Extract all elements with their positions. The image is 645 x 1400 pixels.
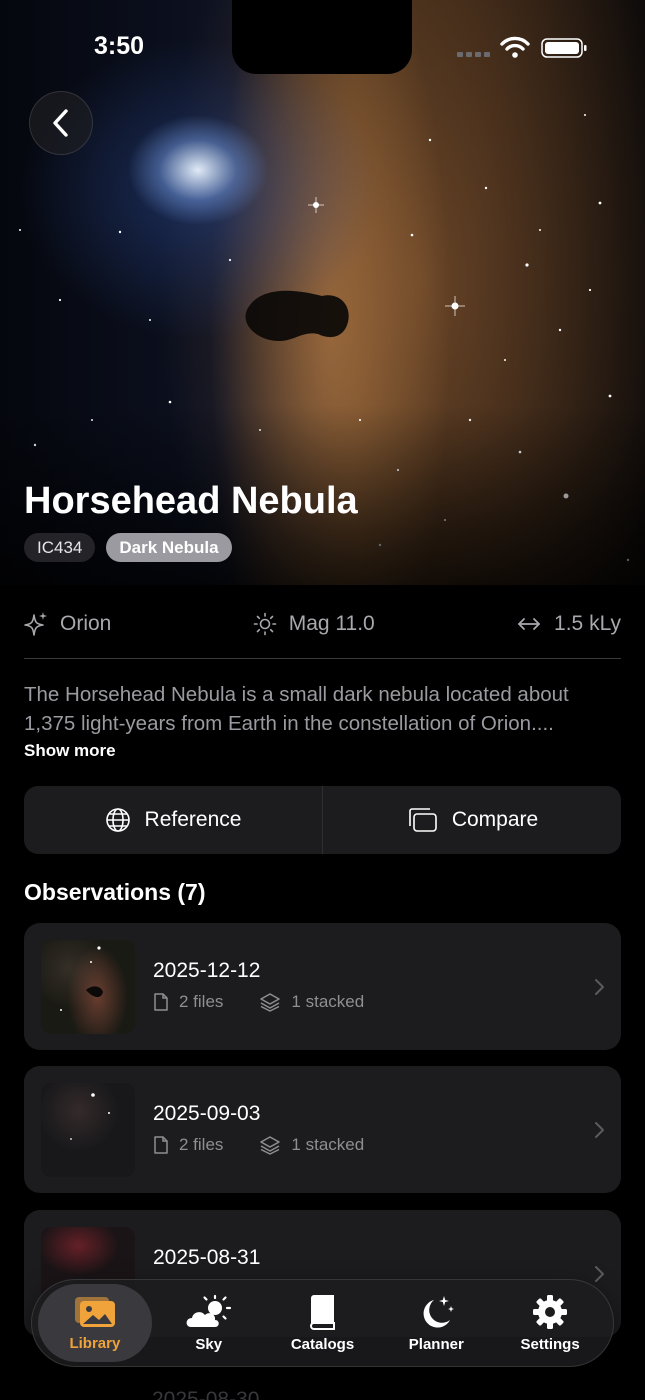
action-buttons: Reference Compare bbox=[24, 786, 621, 854]
show-more-button[interactable]: Show more bbox=[24, 741, 116, 761]
tab-library[interactable]: Library bbox=[38, 1284, 152, 1362]
object-tags: IC434 Dark Nebula bbox=[24, 533, 232, 562]
reference-button[interactable]: Reference bbox=[24, 786, 322, 854]
constellation-stat: Orion bbox=[24, 611, 111, 637]
globe-icon bbox=[105, 808, 130, 832]
observation-meta: 2 files 1 stacked bbox=[153, 1135, 364, 1155]
thumbnail-stars bbox=[70, 1093, 110, 1140]
arrow-left-right-icon bbox=[518, 618, 540, 630]
observation-date: 2025-12-12 bbox=[153, 959, 261, 982]
observation-date: 2025-09-03 bbox=[153, 1102, 261, 1125]
back-button[interactable] bbox=[29, 91, 93, 155]
distance-value: 1.5 kLy bbox=[554, 612, 621, 635]
object-type-badge: Dark Nebula bbox=[106, 533, 232, 562]
compare-icon bbox=[409, 808, 437, 832]
photo-icon bbox=[74, 1296, 115, 1327]
stacked-count: 1 stacked bbox=[291, 992, 365, 1011]
compare-button[interactable]: Compare bbox=[322, 786, 621, 854]
wifi-icon bbox=[500, 36, 530, 58]
cellular-signal-icon bbox=[457, 52, 490, 57]
stacked-count: 1 stacked bbox=[291, 1135, 365, 1154]
object-title: Horsehead Nebula bbox=[24, 480, 358, 522]
tab-settings[interactable]: Settings bbox=[493, 1284, 607, 1362]
document-icon bbox=[154, 993, 168, 1011]
status-time: 3:50 bbox=[94, 32, 145, 60]
tab-sky[interactable]: Sky bbox=[152, 1284, 266, 1362]
stack-icon bbox=[260, 1136, 281, 1155]
tab-label: Library bbox=[69, 1334, 121, 1352]
chevron-right-icon bbox=[595, 1122, 604, 1138]
battery-icon bbox=[541, 38, 587, 58]
tab-label: Settings bbox=[520, 1335, 580, 1353]
catalog-id-badge: IC434 bbox=[24, 533, 96, 562]
description-line: 1,375 light-years from Earth in the cons… bbox=[24, 712, 554, 735]
notch bbox=[232, 0, 412, 74]
tab-label: Planner bbox=[408, 1335, 464, 1353]
observation-thumbnail bbox=[41, 1083, 135, 1177]
files-count: 2 files bbox=[179, 992, 224, 1011]
compare-label: Compare bbox=[451, 808, 539, 831]
moon-stars-icon bbox=[423, 1295, 455, 1328]
cloud-sun-icon bbox=[186, 1294, 231, 1327]
observation-date: 2025-08-31 bbox=[153, 1246, 261, 1269]
stack-icon bbox=[260, 993, 281, 1012]
tab-label: Catalogs bbox=[290, 1335, 355, 1353]
observation-card[interactable]: 2025-09-03 2 files 1 stacked bbox=[24, 1066, 621, 1193]
tab-catalogs[interactable]: Catalogs bbox=[266, 1284, 380, 1362]
files-count: 2 files bbox=[179, 1135, 224, 1154]
observation-card[interactable]: 2025-12-12 2 files 1 stacked bbox=[24, 923, 621, 1050]
thumbnail-stars bbox=[60, 946, 103, 1011]
observation-meta: 2 files 1 stacked bbox=[153, 992, 364, 1012]
observations-title: Observations (7) bbox=[24, 879, 206, 905]
description: The Horsehead Nebula is a small dark neb… bbox=[24, 680, 624, 738]
chevron-left-icon bbox=[53, 109, 68, 137]
sun-icon bbox=[253, 612, 277, 636]
gear-icon bbox=[533, 1294, 568, 1329]
chevron-right-icon bbox=[595, 979, 604, 995]
object-stats: Orion Mag 11.0 1.5 kLy bbox=[24, 600, 621, 648]
divider bbox=[24, 658, 621, 659]
magnitude-value: Mag 11.0 bbox=[288, 612, 375, 635]
magnitude-stat: Mag 11.0 bbox=[253, 612, 375, 636]
tab-bar: Library Sky Catalogs Planner Settings bbox=[31, 1279, 614, 1367]
constellation-value: Orion bbox=[60, 612, 112, 635]
status-bar: 3:50 bbox=[0, 0, 645, 90]
description-line: The Horsehead Nebula is a small dark neb… bbox=[24, 683, 569, 706]
chevron-right-icon bbox=[595, 1266, 604, 1282]
sparkle-icon bbox=[24, 612, 47, 636]
book-icon bbox=[310, 1294, 336, 1330]
document-icon bbox=[154, 1136, 168, 1154]
tab-planner[interactable]: Planner bbox=[379, 1284, 493, 1362]
reference-label: Reference bbox=[144, 808, 242, 831]
distance-stat: 1.5 kLy bbox=[516, 612, 621, 636]
tab-label: Sky bbox=[195, 1335, 223, 1353]
observation-date-peek: 2025-08-30 bbox=[152, 1388, 260, 1400]
observation-thumbnail bbox=[41, 940, 135, 1034]
